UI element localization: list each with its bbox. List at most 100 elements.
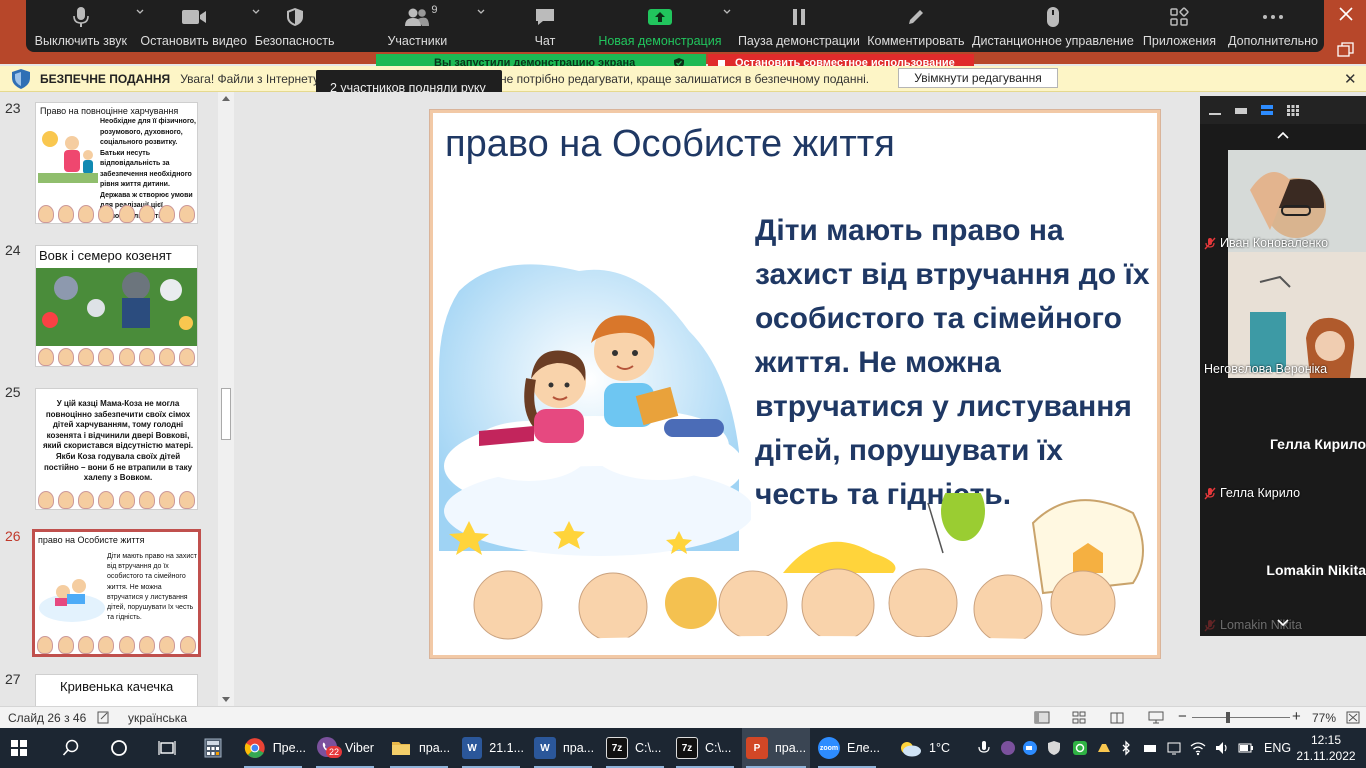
taskbar-item-word-1[interactable]: W 21.1... bbox=[458, 728, 524, 768]
input-language[interactable]: ENG bbox=[1264, 728, 1291, 768]
zoom-tray-icon[interactable] bbox=[1022, 740, 1038, 756]
chat-button[interactable]: Чат bbox=[515, 0, 575, 52]
scroll-down-icon[interactable] bbox=[222, 697, 230, 702]
stop-video-button[interactable]: Остановить видео bbox=[136, 0, 260, 52]
viber-tray-icon[interactable] bbox=[1000, 740, 1016, 756]
chevron-down-icon[interactable] bbox=[477, 8, 485, 16]
more-button[interactable]: Дополнительно bbox=[1222, 0, 1324, 52]
pause-share-button[interactable]: Пауза демонстрации bbox=[735, 0, 863, 52]
fit-slide-icon[interactable] bbox=[1346, 711, 1360, 724]
scroll-up-icon[interactable] bbox=[222, 96, 230, 101]
zoom-percentage[interactable]: 77% bbox=[1312, 711, 1336, 725]
zoom-in-icon[interactable]: + bbox=[1292, 708, 1301, 725]
7zip-icon: 7z bbox=[676, 737, 698, 759]
taskbar-item-7zip-1[interactable]: 7z C:\... bbox=[602, 728, 668, 768]
mute-button[interactable]: Выключить звук bbox=[26, 0, 144, 52]
powerpoint-status-bar: Слайд 26 з 46 українська − + 77% bbox=[0, 706, 1366, 728]
task-view-button[interactable] bbox=[158, 728, 180, 768]
new-share-button[interactable]: Новая демонстрация bbox=[595, 0, 731, 52]
annotate-button[interactable]: Комментировать bbox=[863, 0, 969, 52]
slide-thumbnail-23[interactable]: Право на повноцінне харчування Необхідне… bbox=[35, 102, 198, 224]
thumbnails-scrollbar[interactable] bbox=[218, 92, 234, 706]
calculator-icon bbox=[204, 738, 222, 758]
language-indicator[interactable]: українська bbox=[128, 711, 187, 725]
security-button[interactable]: Безопасность bbox=[252, 0, 338, 52]
network-tray-icon[interactable] bbox=[1166, 740, 1182, 756]
shield-icon bbox=[12, 68, 30, 89]
green-app-tray-icon[interactable] bbox=[1072, 740, 1088, 756]
stop-video-label: Остановить видео bbox=[140, 34, 247, 48]
chevron-down-icon[interactable] bbox=[1276, 618, 1290, 628]
slideshow-icon[interactable] bbox=[1148, 711, 1164, 724]
normal-view-icon[interactable] bbox=[1034, 711, 1050, 724]
wifi-icon[interactable] bbox=[1190, 740, 1206, 756]
annotate-label: Комментировать bbox=[867, 34, 965, 48]
participant-name: Иван Коноваленко bbox=[1204, 236, 1328, 250]
taskbar-item-viber[interactable]: 22 Viber bbox=[312, 728, 378, 768]
zoom-meeting-toolbar: Выключить звук Остановить видео Безопасн… bbox=[26, 0, 1324, 52]
slide-thumbnail-26-selected[interactable]: право на Особисте життя Діти мають право… bbox=[32, 529, 201, 657]
participants-button[interactable]: 9 Участники bbox=[360, 0, 485, 52]
microphone-icon[interactable] bbox=[976, 740, 992, 756]
taskbar-item-word-2[interactable]: W пра... bbox=[530, 728, 596, 768]
participants-count: 9 bbox=[431, 4, 438, 16]
protected-view-title: БЕЗПЕЧНЕ ПОДАННЯ bbox=[40, 71, 171, 86]
minimize-icon[interactable] bbox=[1208, 104, 1222, 116]
apps-button[interactable]: Приложения bbox=[1137, 0, 1222, 52]
mouse-icon bbox=[1046, 6, 1060, 28]
slide-body-text: Діти мають право на захист від втручання… bbox=[755, 214, 1150, 511]
chat-icon bbox=[534, 6, 556, 28]
mute-button-label: Выключить звук bbox=[34, 34, 127, 48]
calculator-app[interactable] bbox=[204, 728, 226, 768]
cortana-button[interactable] bbox=[110, 728, 132, 768]
current-slide[interactable]: право на Особисте життя Діти мають право… bbox=[429, 109, 1161, 659]
participant-video-tile[interactable]: Гелла Кирило Гелла Кирило bbox=[1200, 378, 1366, 506]
taskbar-item-explorer[interactable]: пра... bbox=[386, 728, 452, 768]
close-icon[interactable] bbox=[1336, 4, 1356, 24]
gallery-view-icon[interactable] bbox=[1286, 104, 1300, 116]
weather-widget[interactable]: 1°C bbox=[898, 728, 960, 768]
enable-editing-button[interactable]: Увімкнути редагування bbox=[898, 68, 1058, 88]
chevron-down-icon[interactable] bbox=[723, 8, 731, 16]
participant-video bbox=[1228, 252, 1366, 378]
speaker-view-icon[interactable] bbox=[1260, 104, 1274, 116]
taskbar-item-zoom[interactable]: zoom Еле... bbox=[814, 728, 880, 768]
bluetooth-icon[interactable] bbox=[1118, 740, 1134, 756]
slide-thumbnail-25[interactable]: У цій казці Мама-Коза не могла повноцінн… bbox=[35, 388, 198, 510]
close-icon[interactable]: ✕ bbox=[1344, 70, 1357, 88]
zoom-out-icon[interactable]: − bbox=[1178, 708, 1187, 725]
taskbar-item-7zip-2[interactable]: 7z C:\... bbox=[672, 728, 738, 768]
zoom-slider-handle[interactable] bbox=[1226, 712, 1230, 723]
scrollbar-handle[interactable] bbox=[221, 388, 231, 440]
start-button[interactable] bbox=[10, 728, 38, 768]
slide-sorter-icon[interactable] bbox=[1072, 711, 1086, 724]
chevron-up-icon[interactable] bbox=[1276, 130, 1290, 140]
volume-icon[interactable] bbox=[1214, 740, 1230, 756]
hide-videos-icon[interactable] bbox=[1234, 104, 1248, 116]
spellcheck-icon[interactable] bbox=[97, 711, 111, 724]
participant-video-tile[interactable]: Неговєлова Вероніка bbox=[1200, 252, 1366, 378]
system-clock[interactable]: 12:15 21.11.2022 bbox=[1294, 732, 1358, 764]
taskbar-item-powerpoint[interactable]: P пра... bbox=[742, 728, 810, 768]
drive-tray-icon[interactable] bbox=[1096, 740, 1112, 756]
thumbnail-title: Кривенька качечка bbox=[60, 679, 174, 694]
participant-name: Гелла Кирило bbox=[1204, 486, 1300, 500]
windows-taskbar: Пре... 22 Viber пра... W 21.1... W пра..… bbox=[0, 728, 1366, 768]
participant-video-tile[interactable]: Иван Коноваленко bbox=[1200, 150, 1366, 252]
more-label: Дополнительно bbox=[1228, 34, 1318, 48]
shield-tray-icon[interactable] bbox=[1046, 740, 1062, 756]
reading-view-icon[interactable] bbox=[1110, 711, 1124, 724]
remote-control-button[interactable]: Дистанционное управление bbox=[969, 0, 1137, 52]
family-illustration bbox=[38, 131, 98, 183]
search-button[interactable] bbox=[62, 728, 86, 768]
restore-window-icon[interactable] bbox=[1334, 40, 1358, 60]
participant-video-tile[interactable]: Lomakin Nikita Lomakin Nikita bbox=[1200, 506, 1366, 636]
microphone-muted-icon bbox=[1204, 619, 1216, 631]
cortana-icon bbox=[111, 740, 127, 756]
taskbar-item-chrome[interactable]: Пре... bbox=[240, 728, 306, 768]
slide-thumbnail-24[interactable]: Вовк і семеро козенят bbox=[35, 245, 198, 367]
slide-thumbnail-27[interactable]: Кривенька качечка bbox=[35, 674, 198, 706]
usb-tray-icon[interactable] bbox=[1142, 740, 1158, 756]
zoom-slider[interactable] bbox=[1192, 712, 1290, 723]
battery-icon[interactable] bbox=[1238, 740, 1254, 756]
